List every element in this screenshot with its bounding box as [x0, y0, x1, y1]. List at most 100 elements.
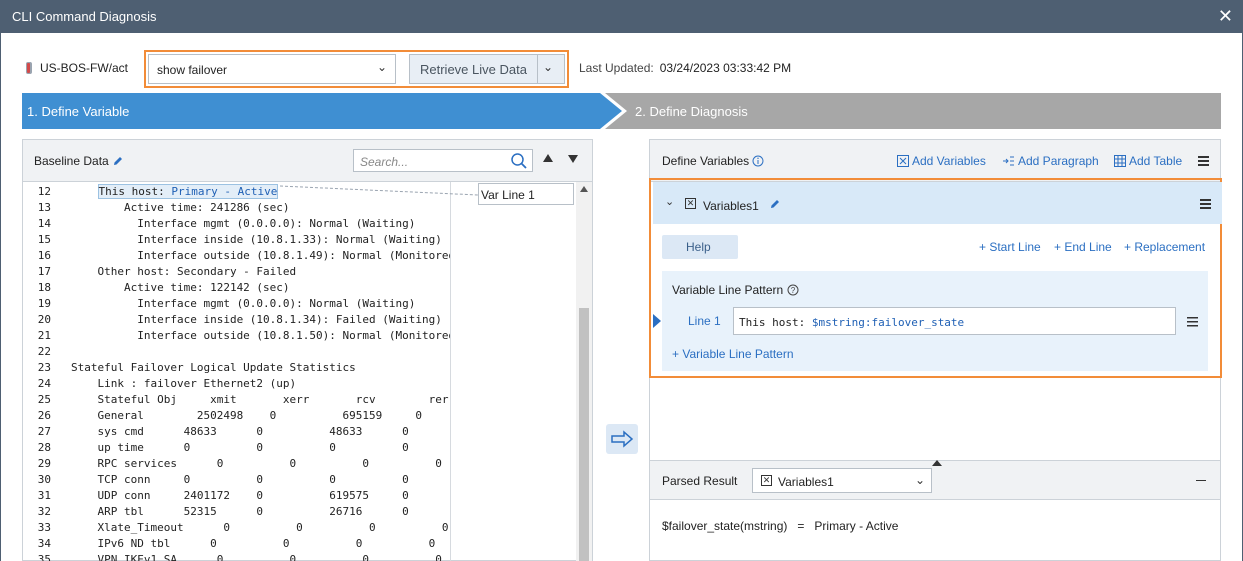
var-line-connector: [280, 185, 479, 196]
line-number: 14: [37, 217, 51, 230]
minimize-icon[interactable]: [1196, 480, 1206, 481]
info-icon[interactable]: [752, 155, 764, 167]
parsed-variable-select[interactable]: ✕ Variables1 ⌄: [752, 468, 932, 493]
line-1-pattern-input[interactable]: This host: $mstring:failover_state: [733, 307, 1176, 335]
step-define-variable[interactable]: 1. Define Variable: [27, 104, 129, 119]
line-text: RPC services 0 0 0 0: [71, 457, 442, 470]
baseline-title: Baseline Data: [34, 154, 124, 168]
line-number: 21: [37, 329, 51, 342]
line-text: Active time: 122142 (sec): [71, 281, 290, 294]
menu-icon[interactable]: [1187, 317, 1198, 327]
line-number: 13: [37, 201, 51, 214]
line-number: 19: [37, 297, 51, 310]
help-button[interactable]: Help: [662, 235, 738, 259]
arrow-right-icon: [611, 430, 634, 448]
search-input[interactable]: Search...: [353, 149, 533, 172]
line-number: 27: [37, 425, 51, 438]
line-text: Link : failover Ethernet2 (up): [71, 377, 297, 390]
variable-icon: [897, 155, 909, 167]
line-text: This host: Primary - Active: [71, 184, 279, 199]
line-text: TCP conn 0 0 0 0: [71, 473, 409, 486]
variable-header[interactable]: ⌄ ✕ Variables1: [653, 182, 1222, 224]
add-table-button[interactable]: Add Table: [1114, 154, 1182, 168]
highlighted-variable[interactable]: This host: Primary - Active: [97, 184, 279, 199]
last-updated-label: Last Updated:: [579, 61, 654, 75]
code-scrollbar[interactable]: [576, 182, 592, 561]
previous-match-icon[interactable]: [543, 154, 553, 162]
chevron-down-icon: ⌄: [376, 60, 387, 74]
start-line-link[interactable]: + Start Line: [979, 240, 1041, 254]
step-define-diagnosis[interactable]: 2. Define Diagnosis: [635, 104, 748, 119]
help-circle-icon[interactable]: ?: [787, 284, 799, 296]
variable-name: Variables1: [703, 199, 759, 213]
line-text: sys cmd 48633 0 48633 0: [71, 425, 409, 438]
line-text: VPN IKEv1 SA 0 0 0 0: [71, 553, 442, 561]
line-number: 22: [37, 345, 51, 358]
search-placeholder: Search...: [360, 155, 409, 169]
last-updated-value: 03/24/2023 03:33:42 PM: [659, 61, 792, 75]
table-icon: [1114, 155, 1126, 167]
line-text: Stateful Failover Logical Update Statist…: [71, 361, 356, 374]
add-paragraph-button[interactable]: Add Paragraph: [1002, 154, 1099, 168]
add-variables-button[interactable]: Add Variables: [897, 154, 986, 168]
baseline-code: 12 This host: Primary - Active 13 Active …: [23, 182, 450, 561]
line-number: 18: [37, 281, 51, 294]
end-line-link[interactable]: + End Line: [1054, 240, 1112, 254]
line-number: 24: [37, 377, 51, 390]
line-text: Interface mgmt (0.0.0.0): Normal (Waitin…: [71, 297, 416, 310]
line-number: 26: [37, 409, 51, 422]
baseline-panel: Baseline Data Search... 12 This host: Pr…: [22, 139, 593, 561]
baseline-header: Baseline Data Search...: [23, 140, 592, 182]
line-text: Other host: Secondary - Failed: [71, 265, 297, 278]
title-bar: CLI Command Diagnosis ✕: [0, 0, 1243, 33]
scroll-thumb[interactable]: [579, 308, 589, 561]
line-number: 12: [37, 185, 51, 198]
pencil-icon[interactable]: [769, 198, 781, 210]
transfer-button[interactable]: [606, 424, 638, 454]
menu-icon[interactable]: [1200, 199, 1211, 209]
command-value: show failover: [157, 63, 228, 77]
next-match-icon[interactable]: [568, 155, 578, 163]
pencil-icon[interactable]: [112, 155, 124, 167]
line-number: 32: [37, 505, 51, 518]
line-text: Stateful Obj xmit xerr rcv rerr: [71, 393, 450, 406]
paragraph-icon: [1003, 156, 1014, 166]
line-number: 34: [37, 537, 51, 550]
line-number: 33: [37, 521, 51, 534]
chevron-down-icon[interactable]: ⌄: [665, 195, 674, 208]
pattern-title: Variable Line Pattern?: [672, 283, 799, 297]
divider: [537, 55, 538, 83]
line-number: 20: [37, 313, 51, 326]
resize-handle-icon[interactable]: [932, 460, 942, 466]
line-text: Interface outside (10.8.1.49): Normal (M…: [71, 249, 450, 262]
device-name: US-BOS-FW/act: [40, 61, 129, 75]
device-icon: [26, 62, 32, 74]
line-text: General 2502498 0 695159 0: [71, 409, 422, 422]
line-text: IPv6 ND tbl 0 0 0 0: [71, 537, 436, 550]
line-text: ARP tbl 52315 0 26716 0: [71, 505, 409, 518]
add-variable-line-pattern-link[interactable]: + Variable Line Pattern: [672, 347, 794, 361]
parsed-result-header: Parsed Result ✕ Variables1 ⌄: [650, 460, 1220, 500]
scroll-up-icon[interactable]: [580, 186, 588, 192]
search-icon[interactable]: [510, 152, 528, 170]
close-icon[interactable]: ✕: [1218, 6, 1233, 27]
menu-icon[interactable]: [1198, 156, 1209, 166]
line-text: UDP conn 2401172 0 619575 0: [71, 489, 409, 502]
line-text: Interface inside (10.8.1.33): Normal (Wa…: [71, 233, 442, 246]
define-variables-header: Define Variables Add Variables Add Parag…: [650, 140, 1220, 182]
active-line-marker: [653, 314, 661, 328]
chevron-down-icon[interactable]: ⌄: [543, 60, 553, 74]
chevron-down-icon: ⌄: [914, 473, 925, 487]
variable-icon: ✕: [685, 198, 696, 209]
line-1-label: Line 1: [688, 314, 721, 328]
retrieve-live-data-button[interactable]: Retrieve Live Data ⌄: [409, 54, 565, 84]
line-text: up time 0 0 0 0: [71, 441, 409, 454]
svg-text:?: ?: [791, 286, 796, 295]
line-text: Interface outside (10.8.1.50): Normal (M…: [71, 329, 450, 342]
var-line-tag: Var Line 1: [478, 183, 574, 205]
command-select[interactable]: show failover ⌄: [148, 54, 396, 84]
line-number: 30: [37, 473, 51, 486]
replacement-link[interactable]: + Replacement: [1124, 240, 1205, 254]
retrieve-label: Retrieve Live Data: [420, 62, 527, 77]
line-text: Interface mgmt (0.0.0.0): Normal (Waitin…: [71, 217, 416, 230]
